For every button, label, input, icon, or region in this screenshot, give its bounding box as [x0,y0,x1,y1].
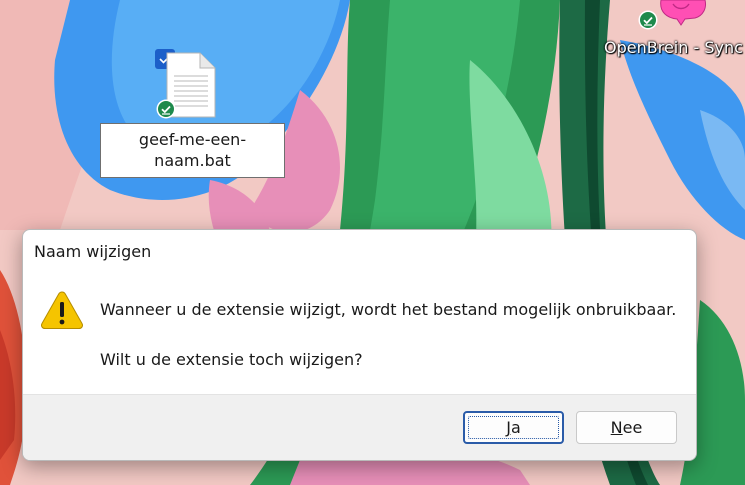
dialog-message: Wanneer u de extensie wijzigt, wordt het… [100,300,677,319]
dialog-body: Wanneer u de extensie wijzigt, wordt het… [23,272,696,394]
dialog-footer: Ja Nee [23,394,696,460]
no-button-accel: N [610,418,623,437]
file-name-line2: naam.bat [154,151,231,170]
file-name-line1: geef-me-een- [138,130,247,149]
no-button[interactable]: Nee [576,411,677,444]
warning-icon [41,291,83,329]
app-shortcut-label: OpenBrein - Sync [604,38,743,57]
dialog-title: Naam wijzigen [34,242,152,261]
sync-status-icon [156,99,176,119]
yes-button-label: a [510,418,521,437]
brain-icon [660,0,706,26]
sync-status-icon [638,10,658,30]
rename-confirm-dialog: Naam wijzigen Wanneer u de extensie wijz… [22,229,697,461]
no-button-label: ee [622,418,643,437]
rename-textbox[interactable]: geef-me-een- naam.bat [100,123,285,178]
yes-button[interactable]: Ja [463,411,564,444]
yes-button-accel: J [506,418,511,437]
dialog-question: Wilt u de extensie toch wijzigen? [100,350,363,369]
